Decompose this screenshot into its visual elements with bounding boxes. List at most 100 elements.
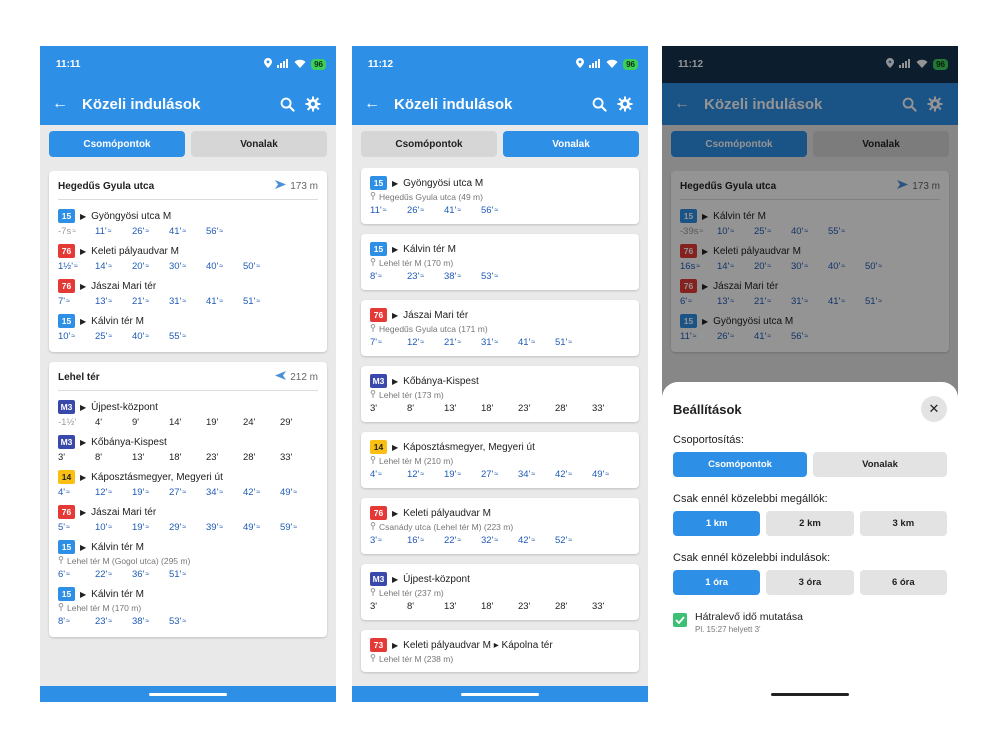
realtime-icon: ≈ <box>420 339 425 346</box>
route-destination: Kálvin tér M <box>91 315 144 327</box>
departure-time: 18' <box>169 452 206 463</box>
location-icon <box>264 58 273 71</box>
route-row[interactable]: 14 ▶ Káposztásmegyer, Megyeri út 4'≈ 12'≈ 19'… <box>58 467 318 502</box>
tab-csomopontok[interactable]: Csomópontok <box>49 131 185 157</box>
departure-time: -7s≈ <box>58 226 95 237</box>
departure-time-value: 4' <box>58 487 66 498</box>
group-opts-row: Csomópontok Vonalak <box>673 452 947 477</box>
route-row[interactable]: 15 ▶ Gyöngyösi utca M -7s≈ 11'≈ 26'≈ 41'≈ 56'≈ <box>58 206 318 241</box>
back-arrow-icon[interactable]: ← <box>52 95 72 113</box>
route-row[interactable]: 15 ▶ Kálvin tér M Lehel tér M (170 m) 8'≈ 23'… <box>58 584 318 631</box>
departure-time: 33' <box>592 403 629 414</box>
realtime-icon: ≈ <box>145 571 150 578</box>
departure-time: 8' <box>407 601 444 612</box>
route-row[interactable]: M3 ▶ Újpest-központ Lehel tér (237 m) 3' 8' 13… <box>370 569 630 616</box>
departure-times: 8'≈ 23'≈ 38'≈ 53'≈ <box>370 271 630 282</box>
departure-time-value: 49' <box>243 522 256 533</box>
departure-time: 21'≈ <box>132 296 169 307</box>
departure-time: 23' <box>518 601 555 612</box>
route-row[interactable]: M3 ▶ Újpest-központ -1½' 4' 9' 14' 19' 24' 29' <box>58 397 318 432</box>
departure-time: 28' <box>555 403 592 414</box>
realtime-icon: ≈ <box>182 228 187 235</box>
route-destination: Kőbánya-Kispest <box>403 375 479 387</box>
grouping-option[interactable]: Vonalak <box>813 452 947 477</box>
route-row[interactable]: 76 ▶ Jászai Mari tér 7'≈ 13'≈ 21'≈ 31'≈ 41'≈ 51'… <box>58 276 318 311</box>
departure-time: 41'≈ <box>206 296 243 307</box>
departure-time-value: 18' <box>481 403 494 414</box>
route-row[interactable]: 15 ▶ Kálvin tér M Lehel tér M (170 m) 8'≈ 23'… <box>370 239 630 286</box>
departure-time-value: 51' <box>243 296 256 307</box>
stop-location-text: Lehel tér M (170 m) <box>67 603 142 613</box>
route-row[interactable]: M3 ▶ Kőbánya-Kispest 3' 8' 13' 18' 23' 28' 33' <box>58 432 318 467</box>
departure-time-value: 19' <box>132 522 145 533</box>
departure-times: 4'≈ 12'≈ 19'≈ 27'≈ 34'≈ 42'≈ 49'≈ <box>370 469 630 480</box>
realtime-icon: ≈ <box>219 524 224 531</box>
back-arrow-icon[interactable]: ← <box>364 95 384 113</box>
tab-vonalak[interactable]: Vonalak <box>191 131 327 157</box>
stop-header: Lehel tér 212 m <box>58 368 318 391</box>
gear-icon[interactable] <box>612 96 638 112</box>
stop-distance-option[interactable]: 3 km <box>859 511 947 536</box>
departure-window-option[interactable]: 3 óra <box>766 570 854 595</box>
home-indicator[interactable] <box>149 692 227 696</box>
route-row[interactable]: 73 ▶ Keleti pályaudvar M ▸ Kápolna tér Lehe… <box>370 635 630 668</box>
departure-time-value: 22' <box>444 535 457 546</box>
departure-window-option[interactable]: 1 óra <box>673 570 761 595</box>
departure-time: 5'≈ <box>58 522 95 533</box>
departure-time: 3' <box>370 403 407 414</box>
route-row[interactable]: 76 ▶ Jászai Mari tér 5'≈ 10'≈ 19'≈ 29'≈ 39'≈ 49'… <box>58 502 318 537</box>
home-indicator[interactable] <box>461 692 539 696</box>
search-icon[interactable] <box>274 97 300 112</box>
close-button[interactable]: ✕ <box>921 396 947 422</box>
departure-time: 34'≈ <box>518 469 555 480</box>
departure-time: 11'≈ <box>370 205 407 216</box>
stop-pin-icon <box>370 522 376 532</box>
departure-time-value: 13' <box>95 296 108 307</box>
tab-csomopontok[interactable]: Csomópontok <box>361 131 497 157</box>
departure-time-value: 41' <box>206 296 219 307</box>
home-indicator[interactable] <box>771 692 849 696</box>
tab-vonalak[interactable]: Vonalak <box>503 131 639 157</box>
stop-location-text: Lehel tér M (170 m) <box>379 258 454 268</box>
search-icon[interactable] <box>586 97 612 112</box>
route-row[interactable]: M3 ▶ Kőbánya-Kispest Lehel tér (173 m) 3' 8' 1… <box>370 371 630 418</box>
departure-time: 26'≈ <box>407 205 444 216</box>
departure-time: 3' <box>370 601 407 612</box>
stop-location: Lehel tér (237 m) <box>370 588 630 598</box>
direction-triangle-icon: ▶ <box>80 589 87 599</box>
departure-time: 31'≈ <box>481 337 518 348</box>
stop-distance-option[interactable]: 2 km <box>766 511 854 536</box>
departure-time-value: 36' <box>132 569 145 580</box>
route-row[interactable]: 76 ▶ Jászai Mari tér Hegedűs Gyula utca (17… <box>370 305 630 352</box>
departure-time: 49'≈ <box>243 522 280 533</box>
stop-distance-option[interactable]: 1 km <box>673 511 761 536</box>
departure-time-value: 8' <box>370 271 378 282</box>
route-row[interactable]: 15 ▶ Kálvin tér M 10'≈ 25'≈ 40'≈ 55'≈ <box>58 311 318 346</box>
departure-window-option[interactable]: 6 óra <box>859 570 947 595</box>
departure-time-value: 39' <box>206 522 219 533</box>
departure-time: 49'≈ <box>592 469 629 480</box>
realtime-icon: ≈ <box>74 263 78 270</box>
checkbox-checked-icon[interactable] <box>673 613 687 627</box>
departure-time: 27'≈ <box>169 487 206 498</box>
route-row[interactable]: 14 ▶ Káposztásmegyer, Megyeri út Lehel tér … <box>370 437 630 484</box>
departure-time: 13'≈ <box>95 296 132 307</box>
departure-time: 14' <box>169 417 206 428</box>
departure-time: 29' <box>280 417 317 428</box>
departure-time-value: 32' <box>481 535 494 546</box>
route-row[interactable]: 76 ▶ Keleti pályaudvar M Csanády utca (Lehe… <box>370 503 630 550</box>
departure-time: 4' <box>95 417 132 428</box>
direction-triangle-icon: ▶ <box>80 316 87 326</box>
route-row[interactable]: 15 ▶ Kálvin tér M Lehel tér M (Gogol utca) … <box>58 537 318 584</box>
system-nav-bar <box>662 686 958 702</box>
route-row[interactable]: 76 ▶ Keleti pályaudvar M 1½'≈ 14'≈ 20'≈ 30'≈ 40… <box>58 241 318 276</box>
line-badge: 15 <box>370 242 387 256</box>
grouping-option[interactable]: Csomópontok <box>673 452 807 477</box>
departure-time: 9' <box>132 417 169 428</box>
remaining-time-checkbox-row[interactable]: Hátralevő idő mutatása Pl. 15:27 helyett … <box>673 611 947 634</box>
departure-time-value: 6' <box>58 569 66 580</box>
realtime-icon: ≈ <box>420 471 425 478</box>
gear-icon[interactable] <box>300 96 326 112</box>
route-row[interactable]: 15 ▶ Gyöngyösi utca M Hegedűs Gyula utca (4… <box>370 173 630 220</box>
direction-triangle-icon: ▶ <box>392 244 399 254</box>
